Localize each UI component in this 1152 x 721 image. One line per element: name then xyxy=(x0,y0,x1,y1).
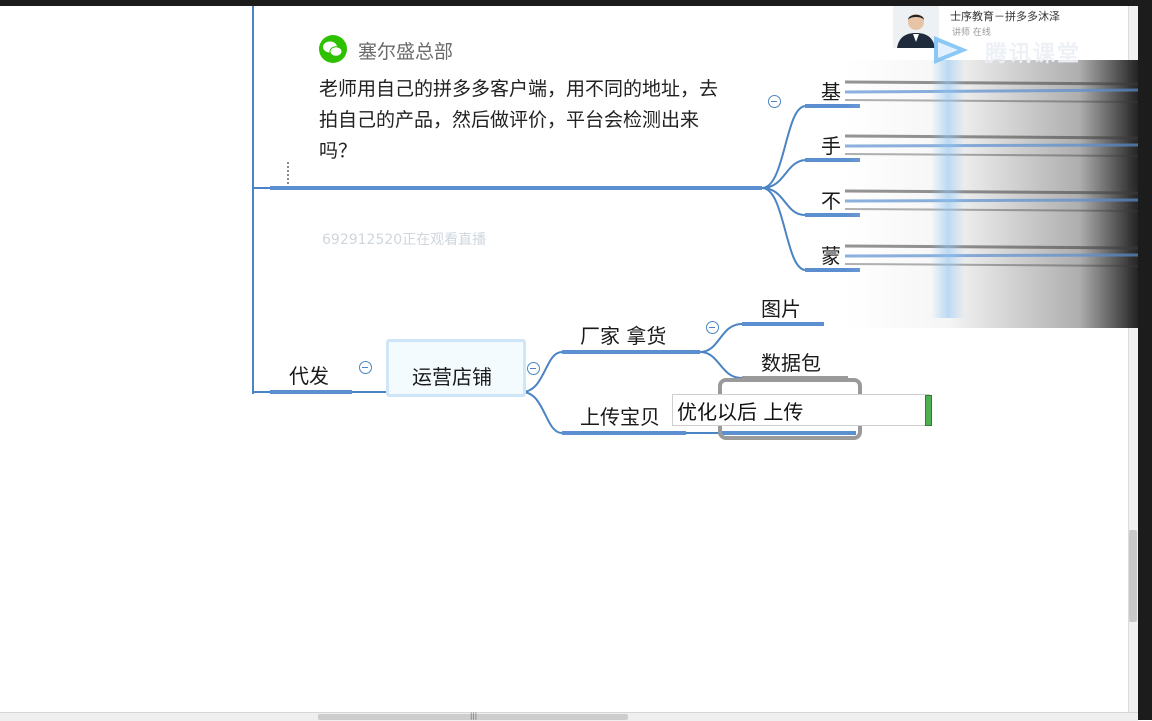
minus-circle-icon[interactable] xyxy=(359,361,372,374)
curve-to-child-2 xyxy=(521,391,563,434)
node-daifa[interactable]: 代发 xyxy=(289,360,329,389)
resize-handle[interactable] xyxy=(925,395,932,426)
brand-watermark: 腾讯课堂 xyxy=(985,42,1082,67)
presenter-title: 士序教育－拼多多沐泽 xyxy=(950,10,1060,23)
node-right-item-1[interactable]: 基 xyxy=(821,76,841,105)
play-icon xyxy=(934,36,968,64)
node-right-item-4[interactable]: 蒙 xyxy=(821,240,841,269)
node-right-item-3[interactable]: 不 xyxy=(821,185,841,214)
minus-circle-icon[interactable] xyxy=(768,95,781,108)
viewer-notice: 692912520正在观看直播 xyxy=(322,232,487,248)
minus-circle-icon[interactable] xyxy=(527,362,540,375)
stream-motion-lines xyxy=(845,80,1138,267)
dotted-marker xyxy=(287,162,291,184)
node-tupian[interactable]: 图片 xyxy=(761,293,801,322)
curve-to-item-2 xyxy=(761,159,806,189)
comment-author: 塞尔盛总部 xyxy=(358,41,454,63)
minus-circle-icon[interactable] xyxy=(706,321,719,334)
node-edit-input[interactable] xyxy=(672,394,930,426)
node-shujubao[interactable]: 数据包 xyxy=(761,347,821,376)
stream-light-column xyxy=(931,60,965,318)
curve-to-grandchild-2 xyxy=(699,351,743,379)
comment-message: 老师用自己的拼多多客户端，用不同的地址，去拍自己的产品，然后做评价，平台会检测出… xyxy=(319,78,719,162)
wechat-icon xyxy=(319,35,347,63)
curve-to-item-3 xyxy=(761,187,806,216)
node-changjia-nahuo[interactable]: 厂家 拿货 xyxy=(580,320,666,349)
node-yunying-dianpu[interactable]: 运营店铺 xyxy=(412,361,492,390)
node-right-item-2[interactable]: 手 xyxy=(821,130,841,159)
node-shangchuan-baobei[interactable]: 上传宝贝 xyxy=(580,401,660,430)
